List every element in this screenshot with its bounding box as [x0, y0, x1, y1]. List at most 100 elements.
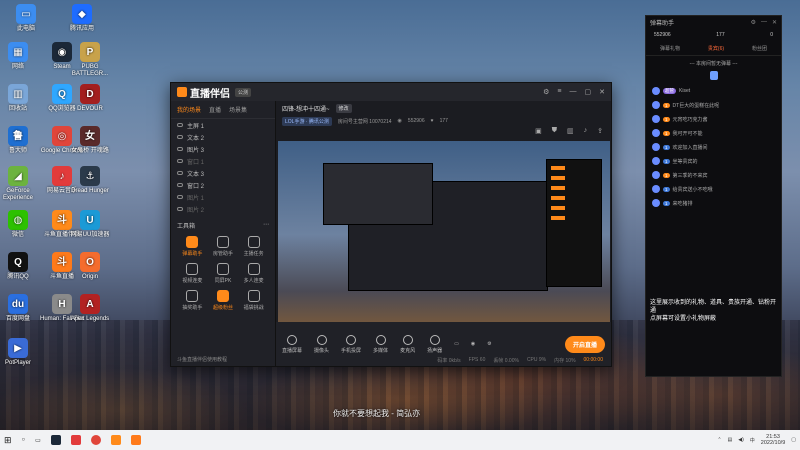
desktop-shortcut[interactable]: ◍ 微信: [0, 210, 40, 239]
source-button[interactable]: 手机投屏: [341, 334, 361, 354]
chat-message[interactable]: 1 DT巨大的蛋糕在此呢: [646, 98, 781, 112]
desktop-shortcut[interactable]: ▶ PotPlayer: [0, 338, 40, 367]
tool-button[interactable]: 同屏PK: [208, 263, 239, 284]
scene-item[interactable]: 文本 3: [171, 167, 275, 179]
source-button[interactable]: 摄像头: [314, 334, 329, 354]
eye-icon[interactable]: [177, 195, 183, 199]
chat-close-icon[interactable]: ✕: [772, 19, 777, 26]
eye-icon[interactable]: [177, 135, 183, 139]
desktop-shortcut[interactable]: A Apex Legends: [68, 294, 112, 323]
live-companion-window[interactable]: 直播伴侣 公测 ⚙ ≡ — ▢ ✕ 我的场景 直播 场景集 主屏 1 文本 2 图片 3…: [170, 82, 612, 367]
eye-icon[interactable]: [177, 183, 183, 187]
room-category[interactable]: LOL手游 · 腾讯公测: [282, 116, 332, 126]
chat-tab[interactable]: 贵宾(6): [708, 45, 724, 52]
desktop-shortcut[interactable]: du 百度网盘: [0, 294, 40, 323]
toolbox-more-icon[interactable]: ⋯: [263, 221, 269, 230]
chat-message[interactable]: 1 我可开可不能: [646, 126, 781, 140]
eye-icon[interactable]: [177, 207, 183, 211]
danmaku-helper-window[interactable]: 弹幕助手 ⚙ — ✕ 552906 177 0 弹幕礼物 贵宾(6) 粉丝团 ---…: [645, 15, 782, 377]
desktop-shortcut[interactable]: P PUBG BATTLEGR...: [68, 42, 112, 78]
start-live-button[interactable]: 开启直播: [564, 335, 605, 353]
tray-volume-icon[interactable]: ◀): [738, 437, 744, 443]
tool-button[interactable]: 主播任务: [238, 236, 269, 257]
preview-icon[interactable]: ◉: [471, 341, 475, 347]
chat-message[interactable]: 1 元宵吃巧克力酱: [646, 112, 781, 126]
scene-tab[interactable]: 我的场景: [177, 105, 201, 114]
room-title[interactable]: 四锋-想冲十四通~: [282, 104, 330, 113]
desktop-shortcut[interactable]: 鲁鲁大师: [0, 126, 40, 155]
taskbar-douyu-live-icon[interactable]: [130, 435, 141, 445]
scene-item[interactable]: 图片 2: [171, 203, 275, 215]
eye-icon[interactable]: [177, 159, 183, 163]
tutorial-link[interactable]: 斗鱼直播伴侣使用教程: [177, 356, 227, 363]
shield-icon[interactable]: ⛊: [552, 127, 557, 135]
taskbar-douyu-icon[interactable]: [110, 435, 121, 445]
desktop-shortcut[interactable]: U 网易UU加速器: [68, 210, 112, 239]
desktop-shortcut[interactable]: ⚓ Dread Hunger: [68, 166, 112, 195]
tray-network-icon[interactable]: ▤: [728, 437, 733, 443]
room-edit-badge[interactable]: 修改: [335, 103, 352, 113]
layout-icon[interactable]: ▭: [454, 341, 459, 347]
desktop-shortcut[interactable]: ▭ 此电脑: [4, 4, 48, 33]
chat-message[interactable]: 1 第三季的不来宾: [646, 168, 781, 182]
desktop-shortcut[interactable]: ◆ 腾讯应用: [60, 4, 104, 33]
search-icon[interactable]: ○: [22, 437, 26, 443]
clock[interactable]: 21:53 2022/10/9: [761, 434, 785, 446]
chat-message[interactable]: 1 给贵宾送小不吃哦: [646, 182, 781, 196]
tool-button[interactable]: 多人连麦: [238, 263, 269, 284]
desktop-shortcut[interactable]: Q 腾讯QQ: [0, 252, 40, 281]
scene-tab[interactable]: 直播: [209, 105, 221, 114]
chat-minimize-icon[interactable]: —: [761, 19, 767, 26]
source-button[interactable]: 直播屏幕: [282, 334, 302, 354]
chat-message[interactable]: 超管 Kiset: [646, 84, 781, 98]
desktop-shortcut[interactable]: 女女鬼桥 开魂路: [68, 126, 112, 155]
chat-message[interactable]: 1 欢迎加入直播间: [646, 140, 781, 154]
tray-chevron-icon[interactable]: ⌃: [717, 437, 721, 443]
taskbar-steam-icon[interactable]: [50, 435, 61, 445]
chat-message[interactable]: 1 坐等贵宾的: [646, 154, 781, 168]
source-button[interactable]: 扬声器: [427, 334, 442, 354]
eye-icon[interactable]: [177, 147, 183, 151]
chat-tab[interactable]: 弹幕礼物: [660, 45, 680, 52]
minimize-icon[interactable]: —: [570, 88, 577, 96]
chat-titlebar[interactable]: 弹幕助手 ⚙ — ✕: [646, 16, 781, 28]
scene-item[interactable]: 图片 3: [171, 143, 275, 155]
desktop-shortcut[interactable]: O Origin: [68, 252, 112, 281]
chat-tab[interactable]: 粉丝团: [752, 45, 767, 52]
tool-button[interactable]: 弹幕助手: [177, 236, 208, 257]
close-icon[interactable]: ✕: [599, 88, 605, 96]
scene-item[interactable]: 窗口 1: [171, 155, 275, 167]
share-icon[interactable]: ⇪: [597, 127, 603, 135]
bell-icon[interactable]: ♪: [584, 127, 588, 135]
tool-button[interactable]: 超级粉丝: [208, 290, 239, 311]
tool-button[interactable]: 视频连麦: [177, 263, 208, 284]
taskbar-netease-icon[interactable]: [70, 435, 81, 445]
chat-settings-icon[interactable]: ⚙: [751, 19, 756, 26]
taskbar-chrome-icon[interactable]: [90, 435, 101, 445]
task-view-icon[interactable]: ▭: [35, 437, 41, 444]
desktop-shortcut[interactable]: ▥ 回收站: [0, 84, 40, 113]
input-language[interactable]: 中: [750, 437, 755, 444]
tool-button[interactable]: 福袋挑战: [238, 290, 269, 311]
notification-icon[interactable]: ▢: [791, 437, 796, 443]
app-titlebar[interactable]: 直播伴侣 公测 ⚙ ≡ — ▢ ✕: [171, 83, 611, 101]
tool-button[interactable]: 抽奖助手: [177, 290, 208, 311]
settings-icon[interactable]: ⚙: [543, 88, 549, 96]
eye-icon[interactable]: [177, 123, 183, 127]
eye-icon[interactable]: [177, 171, 183, 175]
windows-start-icon[interactable]: ⊞: [4, 435, 12, 446]
scene-item[interactable]: 图片 1: [171, 191, 275, 203]
scene-item[interactable]: 主屏 1: [171, 119, 275, 131]
chart-icon[interactable]: ▥: [567, 127, 574, 135]
desktop-shortcut[interactable]: ◢ GeForce Experience: [0, 166, 40, 202]
chat-message[interactable]: 1 来吃猪排: [646, 196, 781, 210]
menu-icon[interactable]: ≡: [557, 88, 561, 96]
source-button[interactable]: 麦克风: [400, 334, 415, 354]
tool-button[interactable]: 房管助手: [208, 236, 239, 257]
gear-icon[interactable]: ⚙: [487, 341, 491, 347]
live-preview-canvas[interactable]: [278, 141, 610, 329]
desktop-shortcut[interactable]: ▦ 网络: [0, 42, 40, 71]
desktop-shortcut[interactable]: D DEVOUR: [68, 84, 112, 113]
gift-icon[interactable]: ▣: [535, 127, 542, 135]
maximize-icon[interactable]: ▢: [585, 88, 592, 96]
